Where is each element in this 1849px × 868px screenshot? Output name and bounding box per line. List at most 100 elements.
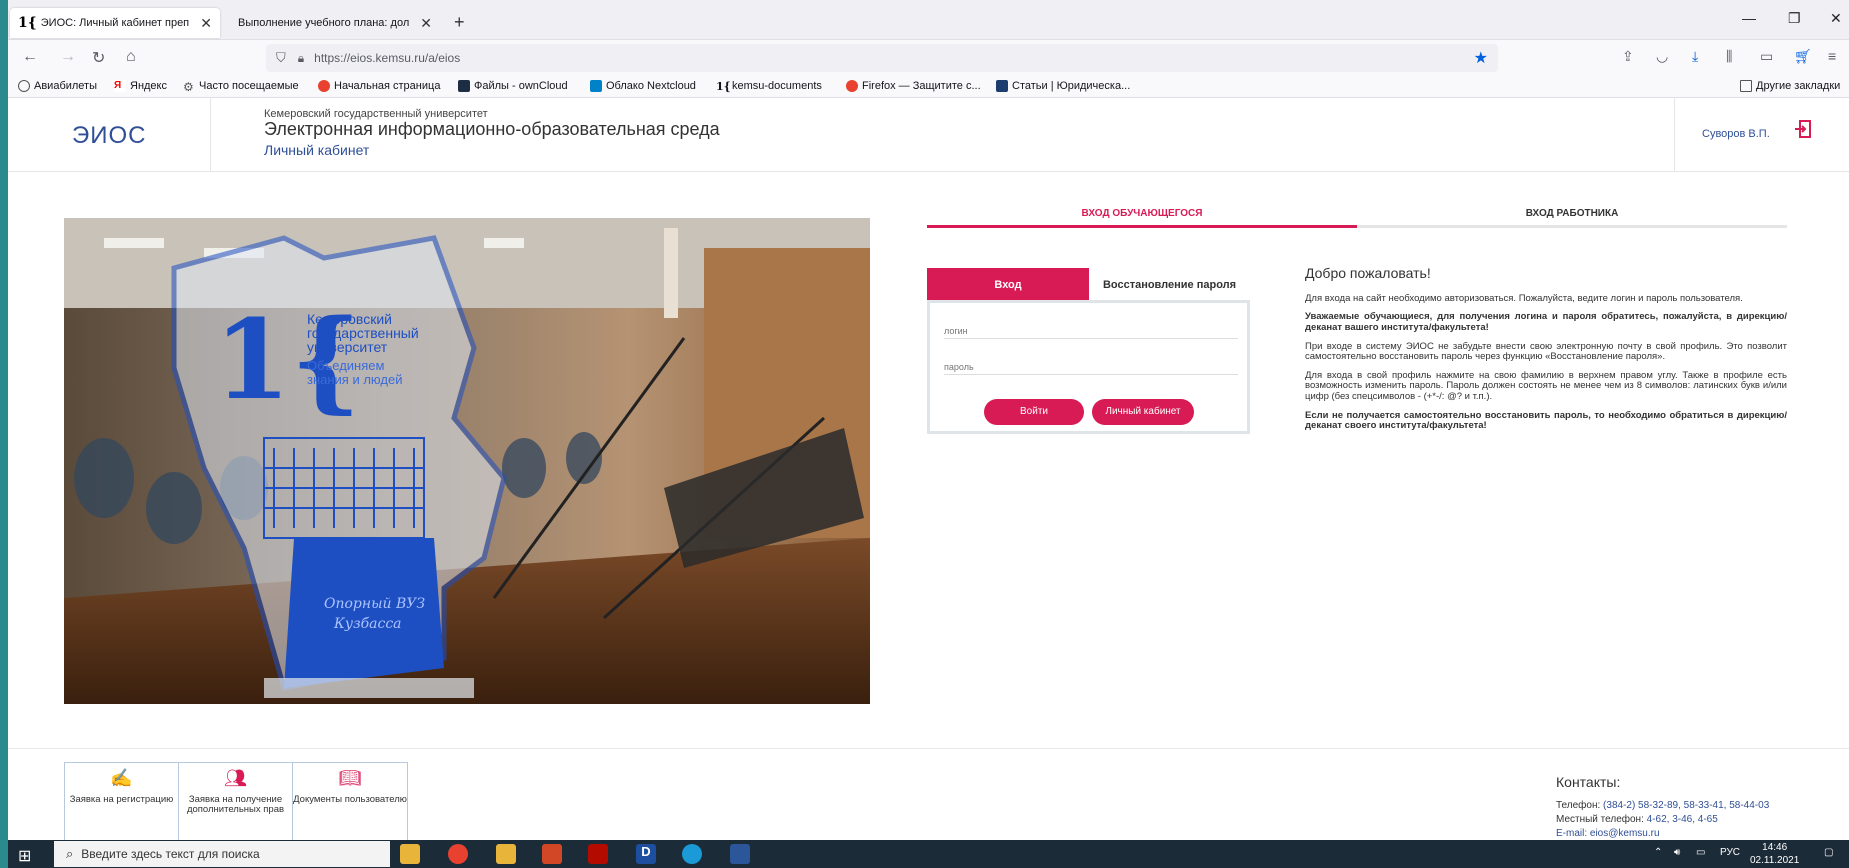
navigation-bar: ← → ↻ ⌂ ⛉ 🔒︎ https://eios.kemsu.ru/a/eio… <box>8 40 1849 76</box>
owncloud-icon <box>458 80 470 92</box>
pdf-reader-icon[interactable] <box>588 844 608 864</box>
tab-eios[interactable]: 1{ ЭИОС: Личный кабинет преп ✕ <box>10 8 220 38</box>
windows-start-icon[interactable]: ⊞ <box>18 846 31 866</box>
site-logo[interactable]: ЭИОС <box>72 122 147 150</box>
firefox-icon <box>846 80 858 92</box>
bookmark-frequent[interactable]: ⚙ Часто посещаемые <box>183 80 299 94</box>
taskbar-search-placeholder: Введите здесь текст для поиска <box>81 847 260 861</box>
menu-icon[interactable]: ≡ <box>1828 48 1836 64</box>
phone-numbers[interactable]: (384-2) 58-32-89, 58-33-41, 58-44-03 <box>1603 800 1769 811</box>
password-input[interactable] <box>944 347 1238 375</box>
contacts-email[interactable]: E-mail: eios@kemsu.ru <box>1556 828 1769 839</box>
welcome-paragraph: Для входа в свой профиль нажмите на свою… <box>1305 369 1787 403</box>
bookmark-articles[interactable]: Статьи | Юридическа... <box>996 80 1130 92</box>
contacts-phone-row: Телефон: (384-2) 58-32-89, 58-33-41, 58-… <box>1556 800 1769 811</box>
search-icon: ⌕ <box>66 846 74 861</box>
tile-registration-request[interactable]: ✍ Заявка на регистрацию <box>65 763 179 840</box>
bookmark-home[interactable]: Начальная страница <box>318 80 440 92</box>
close-tab-icon[interactable]: ✕ <box>420 15 432 32</box>
bookmark-yandex[interactable]: Я Яндекс <box>114 80 167 92</box>
share-icon[interactable]: ⇪ <box>1622 48 1634 65</box>
site-subtitle: Личный кабинет <box>264 142 370 158</box>
library-icon[interactable]: ⫼ <box>1726 48 1732 65</box>
header-divider <box>210 98 211 172</box>
close-window-icon[interactable]: ✕ <box>1830 10 1842 27</box>
new-tab-icon[interactable]: + <box>454 12 465 33</box>
user-name-link[interactable]: Суворов В.П. <box>1702 128 1770 140</box>
taskbar-clock[interactable]: 14:46 02.11.2021 <box>1750 842 1799 867</box>
url-text[interactable]: https://eios.kemsu.ru/a/eios <box>314 51 460 65</box>
footer-tiles: ✍ Заявка на регистрацию 👥︎ Заявка на пол… <box>64 762 408 840</box>
bookmark-label: Авиабилеты <box>34 80 98 92</box>
forward-icon[interactable]: → <box>60 48 76 66</box>
tab-login[interactable]: Вход <box>927 268 1089 300</box>
award-text-line: университет <box>307 339 388 355</box>
reload-icon[interactable]: ↻ <box>92 48 105 68</box>
login-button[interactable]: Войти <box>984 399 1084 425</box>
cabinet-button[interactable]: Личный кабинет <box>1092 399 1194 425</box>
local-phone-numbers[interactable]: 4-62, 3-46, 4-65 <box>1647 814 1718 825</box>
close-tab-icon[interactable]: ✕ <box>200 15 212 32</box>
back-icon[interactable]: ← <box>22 48 38 66</box>
bookmark-other[interactable]: Другие закладки <box>1740 80 1840 92</box>
lock-icon[interactable]: 🔒︎ <box>298 51 304 66</box>
folder-icon[interactable] <box>496 844 516 864</box>
browser-window: 1{ ЭИОС: Личный кабинет преп ✕ Выполнени… <box>8 0 1849 840</box>
powerpoint-icon[interactable] <box>542 844 562 864</box>
download-icon[interactable]: ⤓ <box>1692 48 1698 65</box>
login-input[interactable] <box>944 311 1238 339</box>
restore-icon[interactable]: ❐ <box>1788 10 1801 27</box>
bookmark-label: Другие закладки <box>1756 80 1841 92</box>
tile-user-documents[interactable]: 📖︎ Документы пользователю <box>293 763 407 840</box>
keyboard-language[interactable]: РУС <box>1720 847 1740 858</box>
shield-icon[interactable]: ⛉ <box>276 50 286 66</box>
tile-label: Заявка на регистрацию <box>69 794 174 805</box>
tile-rights-request[interactable]: 👥︎ Заявка на получение дополнительных пр… <box>179 763 293 840</box>
globe-icon <box>18 80 30 92</box>
bookmark-label: Firefox — Защитите с... <box>862 80 981 92</box>
tab-title: ЭИОС: Личный кабинет преп <box>40 17 190 29</box>
sidebar-icon[interactable]: ▭ <box>1760 48 1773 65</box>
network-icon[interactable]: ▭ <box>1696 847 1705 858</box>
bookmark-kemsu-documents[interactable]: 1{kemsu-documents <box>716 80 822 93</box>
tab-title: Выполнение учебного плана: дол <box>238 17 410 29</box>
logout-icon[interactable] <box>1794 120 1812 138</box>
firefox-icon <box>318 80 330 92</box>
folder-icon <box>1740 80 1752 92</box>
award-base-text: Опорный ВУЗ <box>324 596 425 612</box>
tile-label: Заявка на получение дополнительных прав <box>186 794 285 816</box>
d-app-icon[interactable]: D <box>636 844 656 864</box>
nextcloud-icon <box>590 80 602 92</box>
tab-employee-login[interactable]: ВХОД РАБОТНИКА <box>1357 198 1787 228</box>
minimize-icon[interactable]: — <box>1742 10 1756 26</box>
bookmark-label: kemsu-documents <box>732 80 822 92</box>
bookmark-star-icon[interactable]: ★ <box>1474 48 1488 68</box>
header-divider <box>1674 98 1675 172</box>
notifications-icon[interactable]: ▢ <box>1824 847 1833 858</box>
bookmark-firefox[interactable]: Firefox — Защитите с... <box>846 80 981 92</box>
award-photo-image: 1{ Кемеровский государственный университ… <box>64 218 870 704</box>
pocket-icon[interactable]: ◡ <box>1656 48 1668 65</box>
tab-student-login[interactable]: ВХОД ОБУЧАЮЩЕГОСЯ <box>927 198 1357 228</box>
file-explorer-icon[interactable] <box>400 844 420 864</box>
bookmark-aviabilety[interactable]: Авиабилеты <box>18 80 97 92</box>
address-bar[interactable]: ⛉ 🔒︎ https://eios.kemsu.ru/a/eios ★ <box>266 44 1498 72</box>
tab-recover-password[interactable]: Восстановление пароля <box>1089 268 1250 300</box>
kemsu-favicon-icon: 1{ <box>18 15 37 31</box>
taskbar-search[interactable]: ⌕ Введите здесь текст для поиска <box>54 841 390 867</box>
bookmark-nextcloud[interactable]: Облако Nextcloud <box>590 80 696 92</box>
firefox-icon[interactable] <box>448 844 468 864</box>
volume-icon[interactable]: 🔊︎ <box>1674 847 1680 858</box>
home-icon[interactable]: ⌂ <box>126 48 136 66</box>
word-icon[interactable] <box>730 844 750 864</box>
contacts-title: Контакты: <box>1556 774 1621 790</box>
page-content: ЭИОС Кемеровский государственный универс… <box>8 98 1849 840</box>
tab-study-plan[interactable]: Выполнение учебного плана: дол ✕ <box>230 8 440 38</box>
edge-icon[interactable] <box>682 844 702 864</box>
award-text-line: Объединяем <box>307 358 384 373</box>
tray-chevron-icon[interactable]: ⌃ <box>1654 847 1662 858</box>
login-form-body: Войти Личный кабинет <box>927 300 1250 434</box>
bookmark-owncloud[interactable]: Файлы - ownCloud <box>458 80 568 92</box>
windows-taskbar: ⊞ ⌕ Введите здесь текст для поиска D ⌃ 🔊… <box>8 840 1849 868</box>
cart-icon[interactable]: 🛒︎ <box>1794 48 1812 65</box>
